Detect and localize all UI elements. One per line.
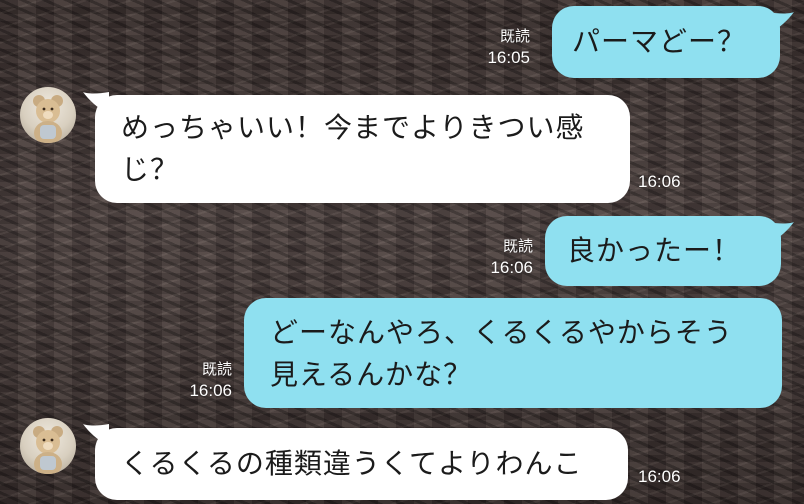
read-receipt: 既読 bbox=[201, 361, 232, 378]
teddy-bear-avatar-icon bbox=[33, 426, 63, 474]
read-receipt: 既読 bbox=[499, 28, 530, 45]
avatar[interactable] bbox=[20, 418, 76, 474]
teddy-bear-avatar-icon bbox=[33, 95, 63, 143]
timestamp: 16:06 bbox=[490, 258, 533, 277]
message-bubble-outgoing[interactable]: どーなんやろ、くるくるやからそう 見えるんかな？ bbox=[244, 298, 782, 408]
message-bubble-outgoing[interactable]: パーマどー？ bbox=[552, 6, 780, 78]
message-bubble-incoming[interactable]: くるくるの種類違うくてよりわんこ bbox=[95, 428, 628, 500]
timestamp: 16:06 bbox=[638, 467, 681, 486]
read-receipt: 既読 bbox=[502, 238, 533, 255]
message-bubble-outgoing[interactable]: 良かったー！ bbox=[545, 216, 781, 286]
message-bubble-incoming[interactable]: めっちゃいい！今までよりきつい感 じ？ bbox=[95, 95, 630, 203]
timestamp: 16:05 bbox=[487, 48, 530, 67]
avatar[interactable] bbox=[20, 87, 76, 143]
bubble-tail bbox=[768, 222, 794, 244]
message-meta: 既読 16:05 bbox=[487, 26, 530, 68]
timestamp: 16:06 bbox=[638, 172, 681, 191]
timestamp: 16:06 bbox=[189, 381, 232, 400]
message-meta: 既読 16:06 bbox=[189, 359, 232, 401]
bubble-tail bbox=[768, 12, 794, 34]
message-meta: 既読 16:06 bbox=[490, 236, 533, 278]
